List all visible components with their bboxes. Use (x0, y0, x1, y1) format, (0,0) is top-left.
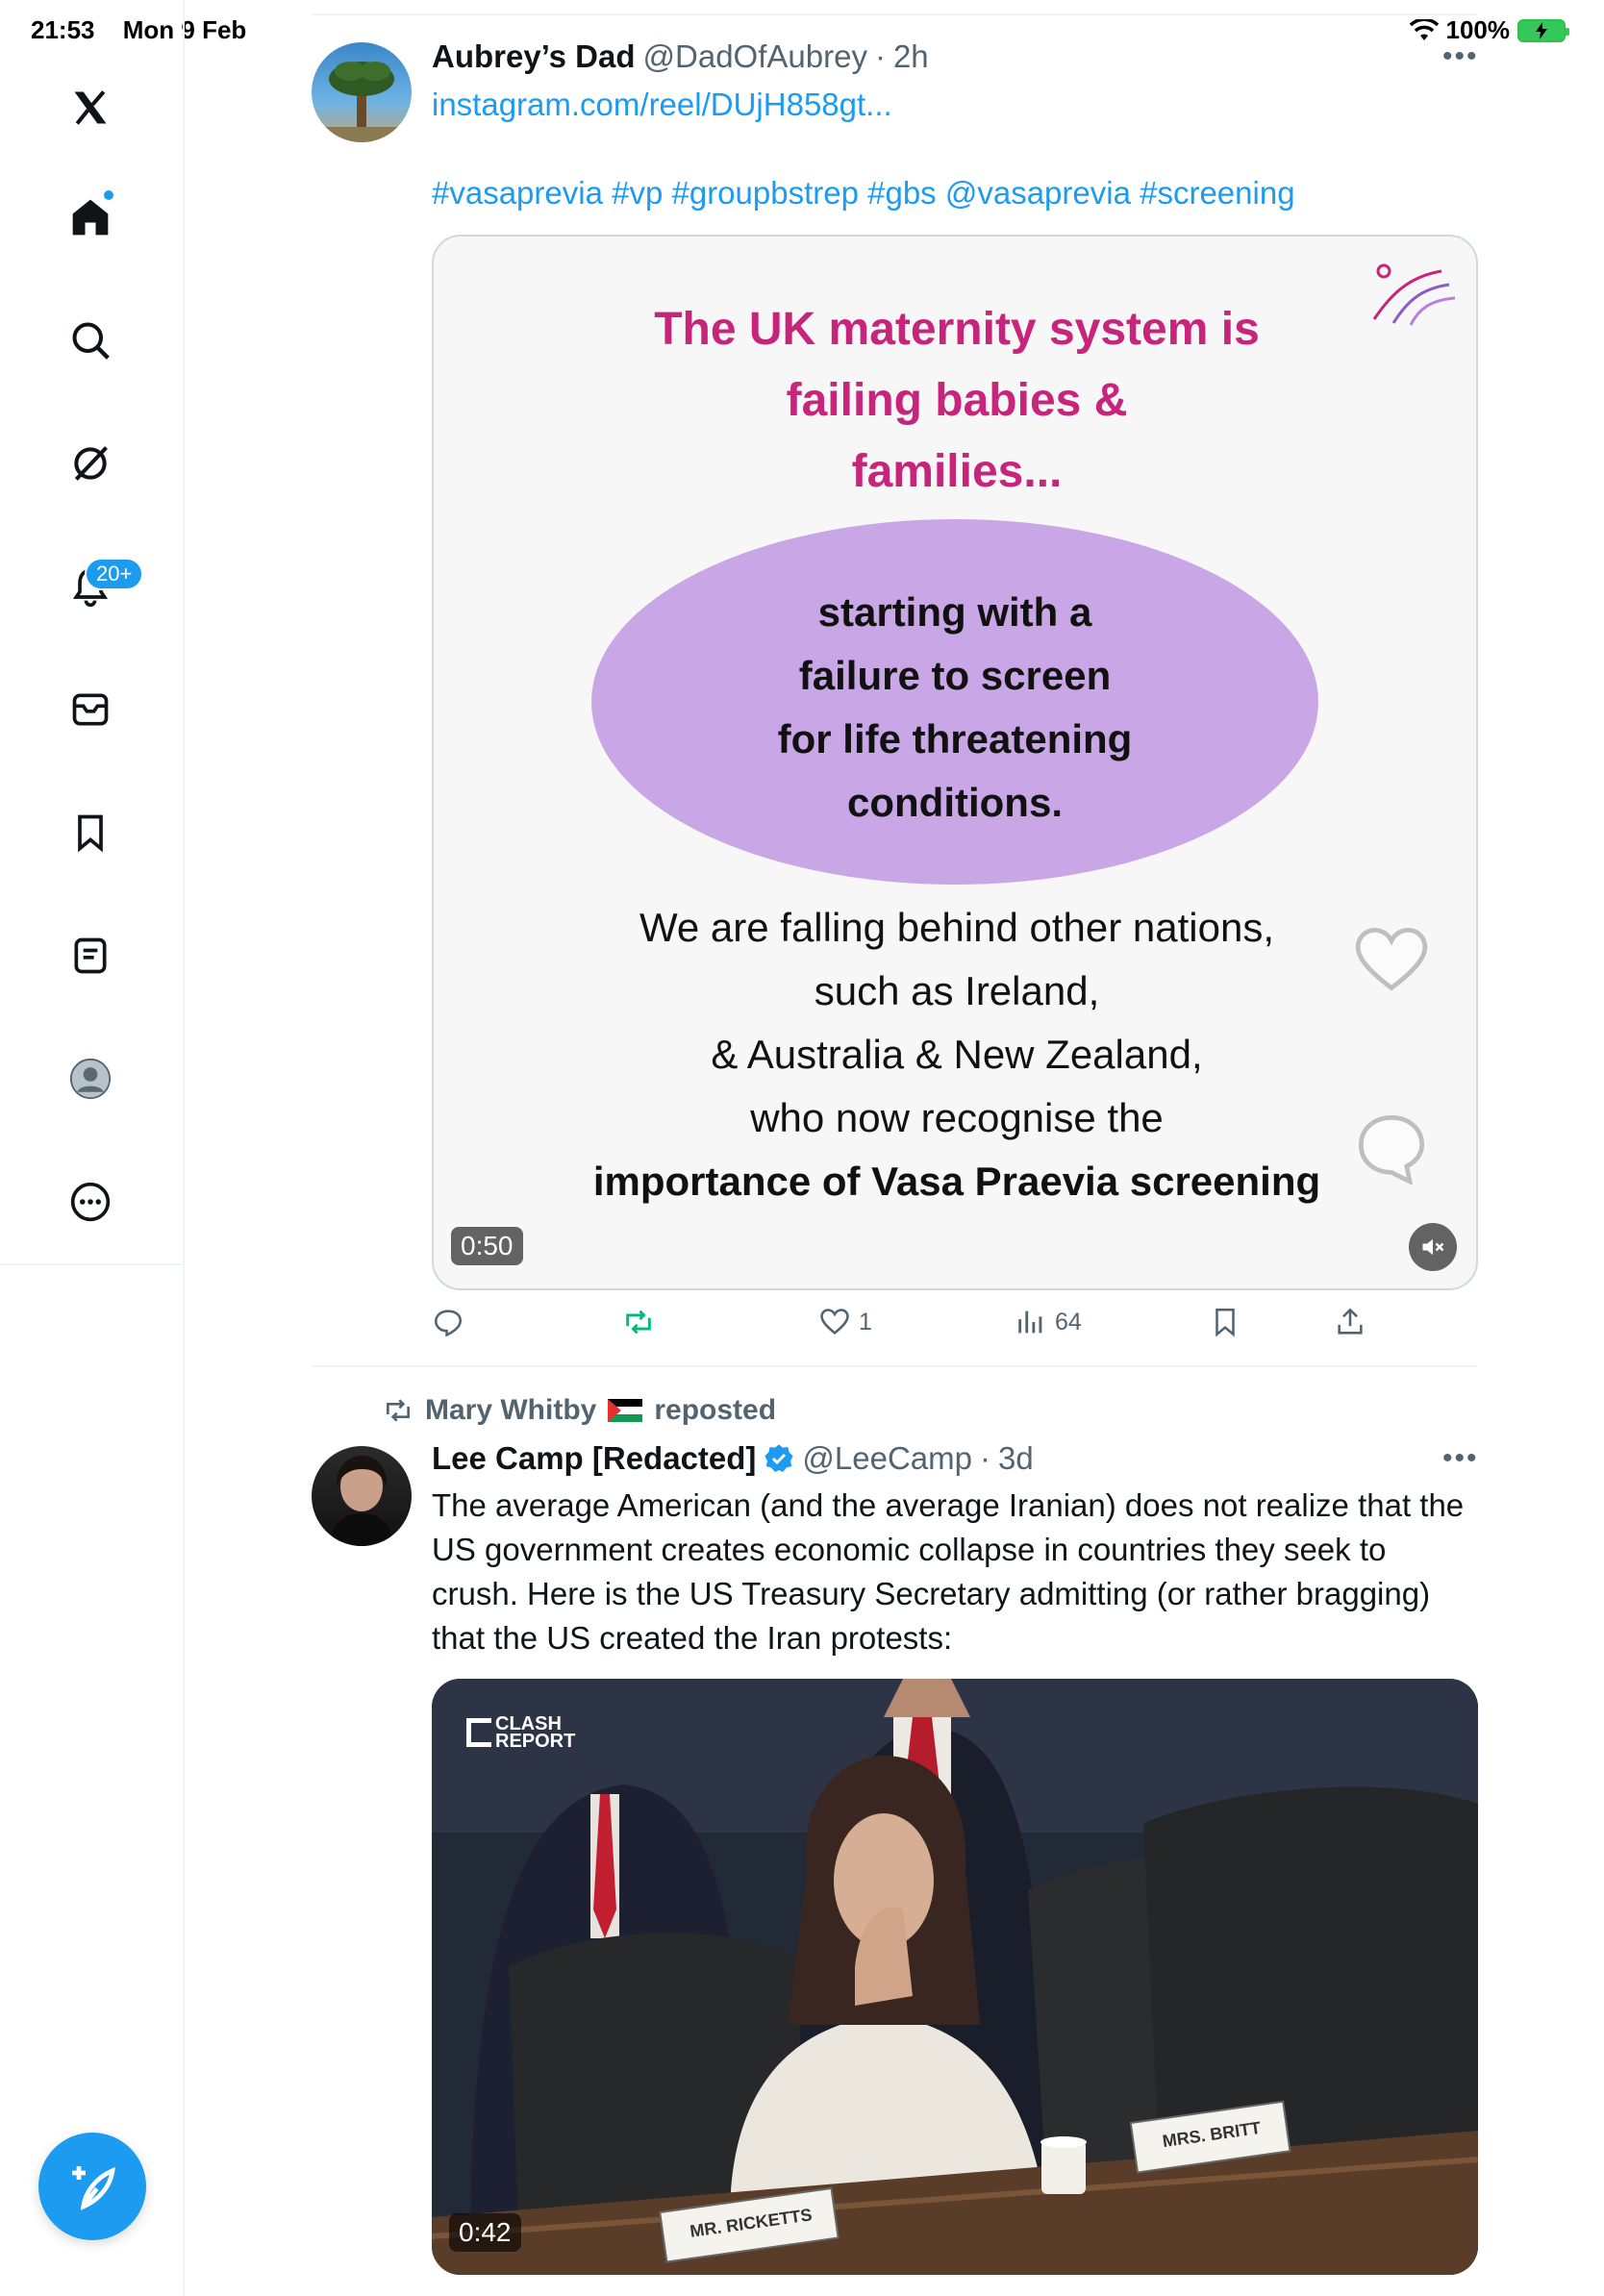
video2-scene (432, 1679, 1478, 2275)
reply-icon (434, 1310, 463, 1337)
tweet2-separator: · (980, 1440, 991, 1476)
video1-title-line: failing babies & (786, 375, 1128, 426)
video1-lower-line: who now recognise the (750, 1095, 1164, 1140)
tweet2-handle[interactable]: @LeeCamp (802, 1440, 972, 1477)
heart-icon (820, 1309, 849, 1335)
battery-icon (1517, 18, 1569, 42)
video1-title-line: families... (851, 446, 1063, 497)
speaker-muted-icon (1422, 1238, 1444, 1256)
tweet1-hashtags[interactable]: #vasaprevia #vp #groupbstrep #gbs @vasap… (432, 175, 1295, 212)
repost-small-icon (387, 1399, 410, 1422)
overlay-heart-icon (1355, 927, 1428, 991)
video1-lower-line: We are falling behind other nations, (639, 905, 1274, 950)
video1-ellipse-line: for life threatening (777, 716, 1133, 761)
tweet2-avatar[interactable] (312, 1446, 412, 1546)
tweet1-time[interactable]: 2h (893, 38, 929, 75)
bookmark-button[interactable] (1209, 1306, 1241, 1338)
tweet1-header: Aubrey’s Dad @DadOfAubrey · 2h (432, 38, 929, 75)
video1-duration: 0:50 (451, 1227, 523, 1265)
palestine-flag-icon (608, 1399, 643, 1422)
reply-button[interactable] (432, 1306, 472, 1338)
wifi-icon (1409, 18, 1439, 40)
tweet2-text: The average American (and the average Ir… (432, 1487, 1465, 1656)
clash-report-logo: CLASH REPORT (466, 1714, 576, 1752)
sidebar-divider (0, 1263, 185, 1265)
messages-envelope-icon[interactable] (63, 683, 117, 736)
video2-duration: 0:42 (449, 2213, 521, 2252)
repost-context: Mary Whitby reposted (383, 1394, 776, 1427)
reposter-name[interactable]: Mary Whitby (425, 1394, 596, 1427)
compose-button[interactable] (38, 2133, 146, 2240)
tweet1-video[interactable]: The UK maternity system is failing babie… (432, 235, 1478, 1290)
video1-ellipse-text: starting with a failure to screen for li… (591, 581, 1318, 835)
bookmark-icon (1216, 1308, 1235, 1337)
status-bar-right: 100% (1409, 15, 1569, 45)
logo-bottom-text: REPORT (495, 1731, 576, 1752)
views-count: 64 (1055, 1308, 1082, 1335)
video1-lower-line: such as Ireland, (814, 968, 1100, 1013)
tweet1-avatar[interactable] (312, 42, 412, 142)
share-icon (1338, 1308, 1363, 1335)
overlay-comment-icon (1358, 1114, 1425, 1185)
like-button[interactable]: 1 (818, 1306, 872, 1338)
views-chart-icon (1018, 1310, 1042, 1334)
video1-lower-bold-line: importance of Vasa Praevia screening (592, 1159, 1321, 1204)
repost-icon (626, 1310, 651, 1335)
compose-feather-icon (72, 2166, 115, 2210)
video1-ellipse-line: failure to screen (798, 653, 1112, 698)
feed-top-divider (312, 13, 1477, 15)
grok-icon[interactable] (63, 437, 117, 490)
tweet-divider (312, 1365, 1477, 1367)
video1-title-line: The UK maternity system is (654, 304, 1260, 355)
video1-ellipse-line: conditions. (847, 780, 1063, 825)
verified-badge-icon (764, 1444, 794, 1472)
tweet2-header: Lee Camp [Redacted] @LeeCamp · 3d (432, 1440, 1034, 1477)
tweet2-video[interactable]: CLASH REPORT MR. RICKETTS MRS. BRITT 0:4… (432, 1679, 1478, 2275)
like-count: 1 (859, 1308, 872, 1335)
home-unread-dot (102, 188, 115, 202)
tweet1-actions: 1 64 (432, 1306, 1393, 1348)
sidebar: 20+ (0, 0, 185, 2296)
search-icon[interactable] (63, 313, 117, 367)
more-options-icon[interactable] (63, 1175, 117, 1229)
tweet1-more-icon[interactable]: ••• (1442, 40, 1479, 73)
tweet2-more-icon[interactable]: ••• (1442, 1442, 1479, 1475)
tweet1-separator: · (874, 38, 886, 74)
lists-icon[interactable] (63, 929, 117, 983)
tweet2-time[interactable]: 3d (998, 1440, 1034, 1477)
video1-lower-text: We are falling behind other nations, suc… (434, 896, 1476, 1213)
share-button[interactable] (1334, 1306, 1366, 1338)
tweet1-link[interactable]: instagram.com/reel/DUjH858gt... (432, 87, 892, 123)
video1-ellipse-line: starting with a (817, 589, 1092, 635)
tweet2-author-name[interactable]: Lee Camp [Redacted] (432, 1440, 756, 1477)
x-logo-icon[interactable] (63, 81, 117, 135)
video1-title: The UK maternity system is failing babie… (434, 294, 1476, 508)
tweet1-author-name[interactable]: Aubrey’s Dad (432, 38, 636, 75)
profile-avatar-icon[interactable] (63, 1052, 117, 1106)
bookmark-icon[interactable] (63, 806, 117, 860)
reposted-label: reposted (654, 1394, 777, 1426)
video1-mute-button[interactable] (1409, 1223, 1457, 1271)
views-button[interactable]: 64 (1015, 1306, 1082, 1338)
repost-button[interactable] (622, 1306, 663, 1338)
tweet1-handle[interactable]: @DadOfAubrey (643, 38, 867, 75)
video1-lower-line: & Australia & New Zealand, (711, 1032, 1203, 1077)
notifications-badge: 20+ (85, 558, 144, 590)
